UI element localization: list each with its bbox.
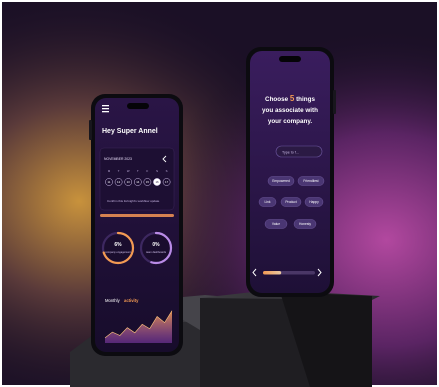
activity-title-accent: activity (124, 298, 139, 303)
left-phone-side (89, 120, 92, 140)
chip-label: Honesty (299, 222, 311, 226)
day-number: 11 (108, 180, 111, 184)
day-number: 13 (127, 180, 131, 184)
heading-line3: your company. (268, 118, 313, 125)
stat-ring: 0% team dashboards (139, 231, 173, 265)
option-chip[interactable]: Friendliest (297, 176, 325, 186)
weekday-label: S (166, 169, 168, 173)
chip-label: Happy (309, 200, 319, 204)
search-input[interactable]: Type to f... (275, 145, 323, 158)
weekday-label: W (127, 169, 130, 173)
calendar-card: NOVEMBER 2023 MTWTFSS 11 12 13 14 15 16 17 Con… (99, 147, 175, 211)
heading-line2: you associate with (262, 107, 318, 114)
section-divider (100, 214, 174, 217)
option-chip[interactable]: Product (280, 197, 302, 207)
right-phone-side (333, 90, 336, 114)
day-number: 12 (117, 180, 121, 184)
day-number: 17 (165, 180, 169, 184)
day-selected[interactable]: 16 (153, 178, 161, 186)
right-phone: Choose 5 things you associate with your … (246, 47, 336, 297)
ring-value: 6% (114, 242, 122, 248)
day-number: 16 (155, 180, 159, 184)
ring-label: company engagement (105, 250, 131, 254)
weekday-label: T (137, 169, 139, 173)
heading-pre: Choose (265, 96, 289, 103)
heading-number: 5 (290, 94, 295, 103)
chip-label: Empowered (272, 179, 290, 183)
option-chip[interactable]: Honesty (293, 219, 317, 229)
heading-line1: Choose 5 things (265, 94, 315, 103)
ring-label: team dashboards (146, 250, 167, 254)
left-phone: Hey Super Annel NOVEMBER 2023 MTWTFSS 11… (89, 94, 183, 356)
option-chip[interactable]: Link (258, 197, 277, 207)
weekday-label: S (156, 169, 158, 173)
right-dynamic-island (279, 56, 301, 62)
heading-post: things (296, 96, 315, 103)
day-number: 15 (146, 180, 150, 184)
calendar-caption: Confirm this fortnight's workflow update (107, 199, 160, 203)
right-phone-screen (250, 51, 330, 293)
weekday-label: F (147, 169, 149, 173)
left-dynamic-island (127, 103, 149, 109)
hamburger-icon[interactable] (102, 105, 109, 113)
stat-ring: 6% company engagement (101, 231, 135, 265)
left-phone-screen (95, 98, 179, 352)
greeting: Hey Super Annel (102, 128, 158, 135)
chip-label: Link (264, 200, 270, 204)
chip-label: Friendliest (303, 179, 318, 183)
activity-title: Monthly (105, 298, 121, 303)
search-placeholder: Type to f... (282, 151, 299, 155)
chip-label: Product (285, 200, 296, 204)
calendar-month: NOVEMBER 2023 (104, 157, 132, 161)
product-photo-scene: Hey Super Annel NOVEMBER 2023 MTWTFSS 11… (0, 0, 439, 387)
option-chip[interactable]: Empowered (267, 176, 295, 186)
day-number: 14 (136, 180, 140, 184)
option-chip[interactable]: Happy (304, 197, 324, 207)
option-chip[interactable]: Value (264, 219, 288, 229)
chip-label: Value (272, 222, 280, 226)
weekday-label: T (118, 169, 120, 173)
progress-fill (263, 271, 282, 275)
ring-value: 0% (152, 242, 160, 248)
